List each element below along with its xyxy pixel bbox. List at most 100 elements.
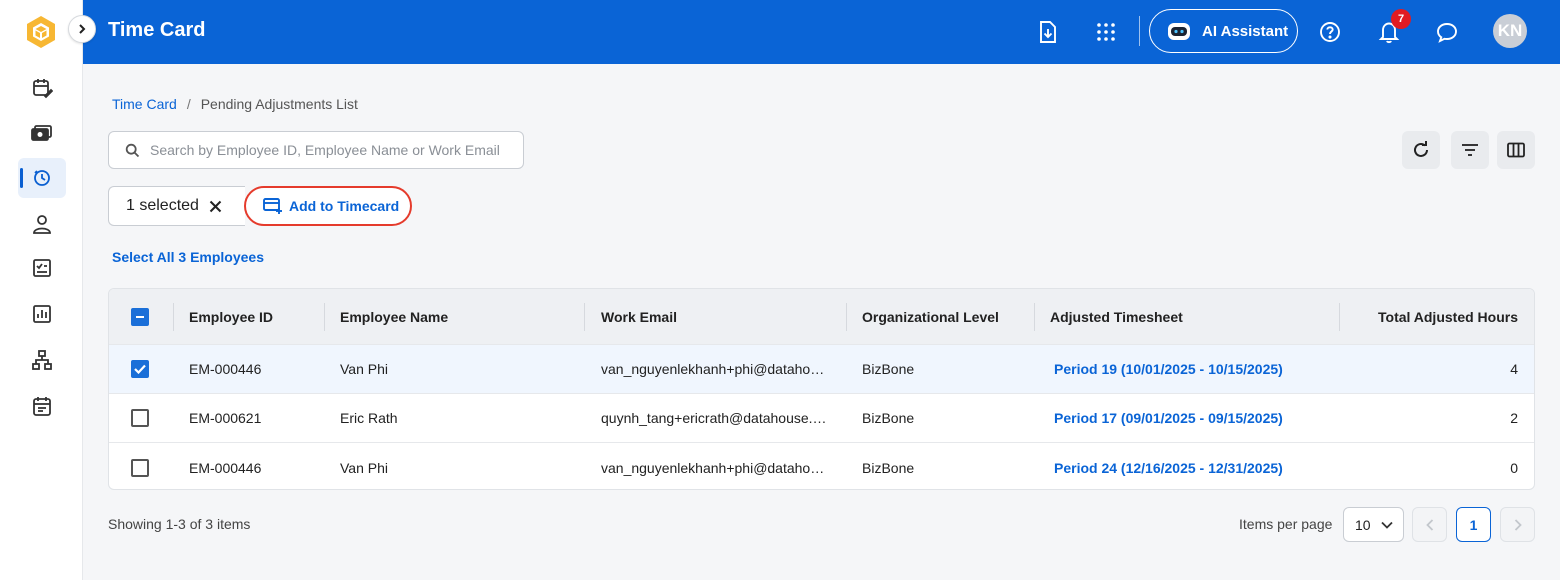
clock-icon: [34, 170, 50, 186]
sidebar-expand-button[interactable]: [68, 15, 96, 43]
nav-employee[interactable]: [18, 204, 66, 244]
search-input[interactable]: [150, 142, 520, 158]
breadcrumb: Time Card / Pending Adjustments List: [112, 96, 358, 112]
checkmark-icon: [134, 364, 146, 374]
breadcrumb-separator: /: [186, 96, 191, 112]
column-separator: [324, 303, 325, 331]
row-checkbox-cell: [131, 443, 149, 489]
cell-work-email: van_nguyenlekhanh+phi@dataho…: [601, 361, 825, 377]
columns-icon: [1507, 142, 1525, 158]
table-row[interactable]: EM-000446 Van Phi van_nguyenlekhanh+phi@…: [109, 345, 1534, 394]
apps-menu-button[interactable]: [1090, 16, 1122, 48]
header-org-level[interactable]: Organizational Level: [862, 289, 999, 344]
cell-total-hours: 4: [1510, 361, 1518, 377]
nav-organization[interactable]: [18, 340, 66, 380]
cell-work-email: quynh_tang+ericrath@datahouse.…: [601, 410, 827, 426]
column-separator: [846, 303, 847, 331]
header-employee-id[interactable]: Employee ID: [189, 289, 273, 344]
add-to-timecard-button[interactable]: Add to Timecard: [244, 186, 412, 226]
cell-employee-id: EM-000621: [189, 410, 262, 426]
clear-selection-icon[interactable]: [209, 200, 222, 213]
table-row[interactable]: EM-000621 Eric Rath quynh_tang+ericrath@…: [109, 394, 1534, 443]
calendar-icon: [33, 397, 51, 416]
nav-payroll[interactable]: [18, 113, 66, 153]
nav-timesheet-edit[interactable]: [18, 68, 66, 108]
notification-count-badge: 7: [1391, 9, 1411, 29]
row-checkbox[interactable]: [131, 409, 149, 427]
app-logo-icon[interactable]: [24, 14, 58, 50]
help-icon: [1320, 22, 1340, 42]
user-avatar[interactable]: KN: [1493, 14, 1527, 48]
breadcrumb-current: Pending Adjustments List: [200, 96, 358, 112]
chevron-right-icon: [1514, 518, 1522, 531]
cell-employee-name: Van Phi: [340, 459, 388, 476]
row-checkbox[interactable]: [131, 458, 149, 477]
nav-time-card[interactable]: [18, 158, 66, 198]
table-row[interactable]: EM-000446 Van Phi van_nguyenlekhanh+phi@…: [109, 443, 1534, 489]
report-chart-icon: [33, 305, 51, 323]
next-page-button[interactable]: [1500, 507, 1535, 542]
page-1-button[interactable]: 1: [1456, 507, 1491, 542]
nav-approvals[interactable]: [18, 248, 66, 288]
filter-button[interactable]: [1451, 131, 1489, 169]
money-icon: [31, 125, 52, 141]
cell-adjusted-timesheet-link[interactable]: Period 24 (12/16/2025 - 12/31/2025): [1054, 443, 1283, 489]
ai-assistant-label: AI Assistant: [1202, 22, 1289, 40]
download-button[interactable]: [1032, 16, 1064, 48]
refresh-button[interactable]: [1402, 131, 1440, 169]
items-per-page-select[interactable]: 10: [1343, 507, 1404, 542]
cell-org-level: BizBone: [862, 361, 915, 377]
cell-adjusted-timesheet-link[interactable]: Period 19 (10/01/2025 - 10/15/2025): [1054, 345, 1283, 393]
breadcrumb-time-card[interactable]: Time Card: [112, 96, 177, 112]
select-all-link[interactable]: Select All 3 Employees: [112, 249, 264, 265]
ai-assistant-button[interactable]: AI Assistant: [1149, 9, 1298, 53]
header-work-email[interactable]: Work Email: [601, 289, 677, 344]
chevron-left-icon: [1425, 518, 1433, 531]
org-chart-icon: [32, 350, 52, 370]
sidebar: [0, 0, 83, 580]
column-separator: [584, 303, 585, 331]
cell-total-hours: 0: [1510, 459, 1518, 476]
header-adjusted-timesheet[interactable]: Adjusted Timesheet: [1050, 289, 1183, 344]
cell-employee-name: Eric Rath: [340, 410, 398, 426]
nav-calendar[interactable]: [18, 386, 66, 426]
cell-employee-id: EM-000446: [189, 361, 262, 377]
header-employee-name[interactable]: Employee Name: [340, 289, 448, 344]
chat-bubble-icon: [1437, 23, 1457, 43]
search-box: [108, 131, 524, 169]
messages-button[interactable]: [1431, 16, 1463, 48]
items-per-page-value: 10: [1355, 516, 1371, 533]
add-to-timecard-label: Add to Timecard: [289, 198, 400, 214]
header-divider: [1139, 16, 1140, 46]
row-checkbox-cell: [131, 345, 149, 393]
file-download-icon: [1040, 21, 1056, 43]
chevron-down-icon: [1380, 521, 1393, 529]
selected-count-label: 1 selected: [126, 197, 199, 214]
selected-count-chip: 1 selected: [108, 186, 245, 226]
cell-adjusted-timesheet-link[interactable]: Period 17 (09/01/2025 - 09/15/2025): [1054, 394, 1283, 442]
row-checkbox[interactable]: [131, 360, 149, 378]
indeterminate-icon: [136, 315, 144, 318]
help-button[interactable]: [1314, 16, 1346, 48]
person-icon: [33, 215, 51, 234]
search-icon: [125, 143, 140, 157]
top-header: Time Card AI Assistant 7 KN: [83, 0, 1560, 64]
cell-employee-name: Van Phi: [340, 361, 388, 377]
table-header-row: Employee ID Employee Name Work Email Org…: [109, 289, 1534, 345]
checklist-icon: [33, 259, 51, 277]
prev-page-button[interactable]: [1412, 507, 1447, 542]
filter-lines-icon: [1462, 144, 1478, 156]
nav-reports[interactable]: [18, 294, 66, 334]
card-add-icon: [263, 198, 282, 214]
page-title: Time Card: [108, 19, 206, 41]
header-total-hours[interactable]: Total Adjusted Hours: [1349, 289, 1518, 344]
cell-work-email: van_nguyenlekhanh+phi@dataho…: [601, 459, 825, 476]
select-all-checkbox[interactable]: [131, 307, 149, 326]
columns-button[interactable]: [1497, 131, 1535, 169]
calendar-edit-icon: [33, 79, 53, 99]
column-separator: [173, 303, 174, 331]
chevron-right-icon: [79, 24, 86, 34]
cell-org-level: BizBone: [862, 459, 915, 476]
refresh-icon: [1414, 141, 1428, 157]
cell-employee-id: EM-000446: [189, 459, 262, 476]
